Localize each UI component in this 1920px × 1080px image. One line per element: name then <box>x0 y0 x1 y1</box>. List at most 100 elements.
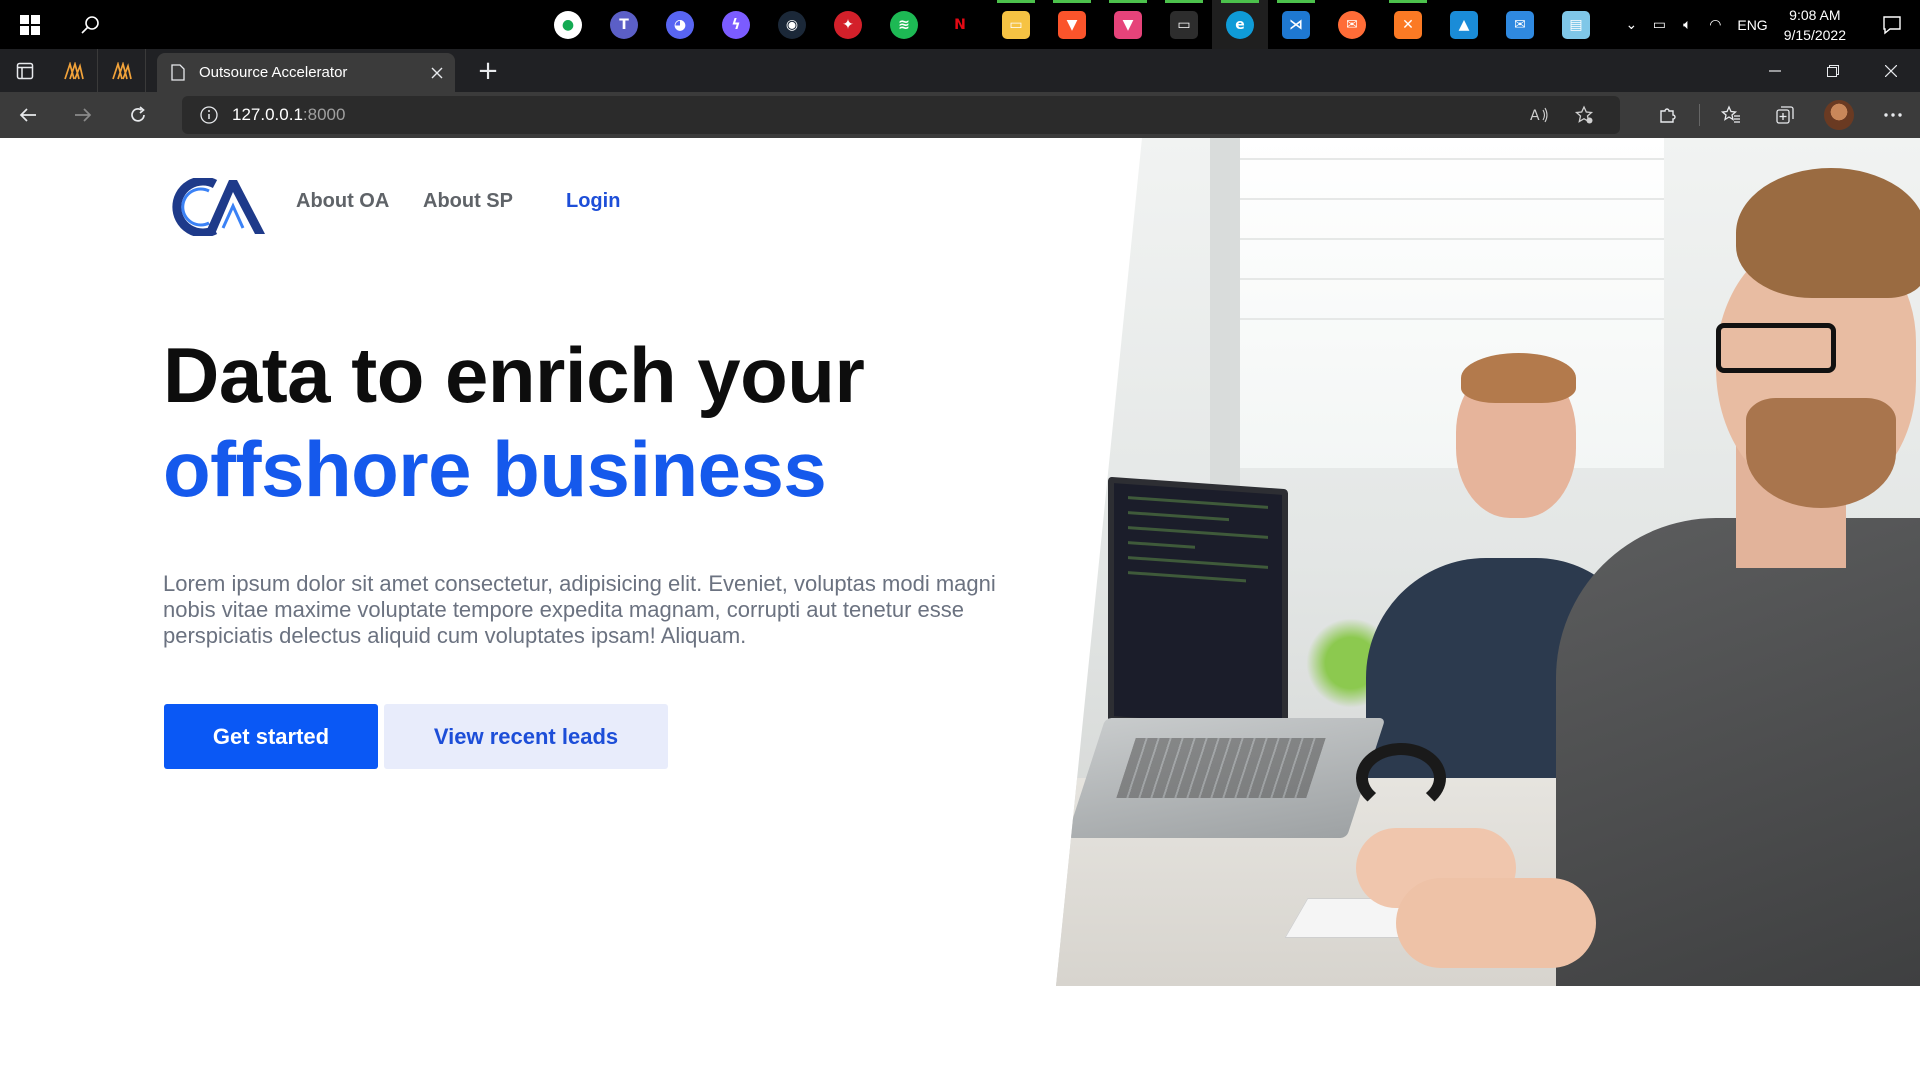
hero-headline: Data to enrich your offshore business <box>163 328 865 516</box>
taskbar-app-discord[interactable]: ◕ <box>652 0 708 49</box>
refresh-button[interactable] <box>110 92 165 138</box>
spotify-icon: ≋ <box>890 10 918 39</box>
nav-about-oa[interactable]: About OA <box>296 190 389 213</box>
add-favorite-icon[interactable] <box>1562 105 1606 125</box>
pinned-tab-2[interactable] <box>98 49 146 92</box>
pinned-site-icon <box>111 61 132 79</box>
tab-actions-button[interactable] <box>0 49 50 92</box>
favorites-button[interactable] <box>1704 92 1758 138</box>
read-aloud-icon[interactable]: A <box>1518 106 1562 124</box>
headphones <box>1356 743 1446 813</box>
hero-description: Lorem ipsum dolor sit amet consectetur, … <box>163 571 996 648</box>
view-recent-leads-button[interactable]: View recent leads <box>384 704 668 769</box>
chevron-up-icon[interactable]: ⌄ <box>1617 0 1645 49</box>
back-button[interactable] <box>0 92 55 138</box>
toolbar-divider <box>1699 104 1700 126</box>
notepad-icon: ▤ <box>1562 10 1590 39</box>
clock-date: 9/15/2022 <box>1783 26 1846 43</box>
windows-logo-icon <box>20 14 40 35</box>
taskbar-app-terminal[interactable]: ▭ <box>1156 0 1212 49</box>
mail-icon: ✉ <box>1506 10 1534 39</box>
input-language[interactable]: ENG <box>1737 17 1767 33</box>
tab-active[interactable]: Outsource Accelerator <box>157 53 455 92</box>
taskbar-app-xampp[interactable]: ✕ <box>1380 0 1436 49</box>
taskbar-app-notepad[interactable]: ▤ <box>1548 0 1604 49</box>
taskbar-apps: ● T ◕ ϟ ◉ ✦ ≋ N ▭ ▼ ▼ ▭ e ⋊ ✉ ✕ ▲ ✉ ▤ <box>540 0 1604 49</box>
edge-icon: e <box>1226 10 1254 39</box>
taskbar-app-messenger[interactable]: ϟ <box>708 0 764 49</box>
puzzle-icon <box>1660 108 1676 123</box>
profile-button[interactable] <box>1812 92 1866 138</box>
get-started-button[interactable]: Get started <box>164 704 378 769</box>
arrow-right-icon <box>74 108 91 122</box>
taskbar-app-garena[interactable]: ✦ <box>820 0 876 49</box>
more-horizontal-icon <box>1884 113 1902 117</box>
pinned-tab-1[interactable] <box>50 49 98 92</box>
taskbar-app-brave[interactable]: ▼ <box>1044 0 1100 49</box>
photos-icon: ▲ <box>1450 10 1478 39</box>
collections-button[interactable] <box>1758 92 1812 138</box>
taskbar-app-mail[interactable]: ✉ <box>1492 0 1548 49</box>
browser-tab-strip: Outsource Accelerator + <box>0 49 1920 92</box>
forward-button[interactable] <box>55 92 110 138</box>
nav-about-sp[interactable]: About SP <box>423 190 513 213</box>
close-window-button[interactable] <box>1862 49 1920 92</box>
taskbar-app-steam[interactable]: ◉ <box>764 0 820 49</box>
headline-line-1: Data to enrich your <box>163 331 865 419</box>
headline-line-2: offshore business <box>163 425 827 513</box>
blind-slat <box>1234 238 1664 240</box>
blind-slat <box>1234 158 1664 160</box>
address-bar-actions: A <box>1518 96 1606 134</box>
tab-actions-icon <box>16 62 34 79</box>
garena-icon: ✦ <box>834 10 862 39</box>
mongodb-compass-icon: ● <box>554 10 582 39</box>
file-explorer-icon: ▭ <box>1002 10 1030 39</box>
person-foreground-beard <box>1746 398 1896 508</box>
url-host: 127.0.0.1 <box>232 105 303 124</box>
taskbar-app-netflix[interactable]: N <box>932 0 988 49</box>
wifi-icon[interactable]: ◠ <box>1701 0 1729 49</box>
taskbar-app-spotify[interactable]: ≋ <box>876 0 932 49</box>
favorites-icon <box>1721 105 1740 123</box>
info-icon[interactable] <box>200 106 218 124</box>
taskbar-search-button[interactable] <box>60 0 120 49</box>
restore-icon <box>1827 64 1839 77</box>
laptop-keyboard <box>1116 738 1326 798</box>
blind-slat <box>1234 318 1664 320</box>
vscode-icon: ⋊ <box>1282 10 1310 39</box>
taskbar-app-photos[interactable]: ▲ <box>1436 0 1492 49</box>
page-icon <box>171 64 185 81</box>
volume-icon[interactable]: 🔈︎ <box>1673 0 1701 49</box>
taskbar-app-mongodb-compass[interactable]: ● <box>540 0 596 49</box>
taskbar-app-file-explorer[interactable]: ▭ <box>988 0 1044 49</box>
taskbar-app-teams[interactable]: T <box>596 0 652 49</box>
clock[interactable]: 9:08 AM 9/15/2022 <box>1784 5 1846 45</box>
close-tab-icon[interactable] <box>431 67 443 79</box>
person-background-hair <box>1461 353 1576 403</box>
nav-login[interactable]: Login <box>566 190 620 213</box>
taskbar-app-edge[interactable]: e <box>1212 0 1268 49</box>
taskbar-app-vscode[interactable]: ⋊ <box>1268 0 1324 49</box>
refresh-icon <box>130 106 145 122</box>
battery-icon[interactable]: ▭ <box>1645 0 1673 49</box>
blind-slat <box>1234 198 1664 200</box>
new-tab-button[interactable]: + <box>466 49 510 92</box>
minimize-button[interactable] <box>1746 49 1804 92</box>
window-controls <box>1746 49 1920 92</box>
close-icon <box>1885 64 1897 77</box>
clock-time: 9:08 AM <box>1789 6 1841 23</box>
brave-beta-icon: ▼ <box>1114 10 1142 39</box>
settings-more-button[interactable] <box>1866 92 1920 138</box>
glasses <box>1716 323 1836 373</box>
extensions-button[interactable] <box>1641 92 1695 138</box>
windows-taskbar: ● T ◕ ϟ ◉ ✦ ≋ N ▭ ▼ ▼ ▭ e ⋊ ✉ ✕ ▲ ✉ ▤ ⌄ ▭ 🔈︎ ◠ ENG 9:08 AM… <box>0 0 1920 49</box>
tab-title: Outsource Accelerator <box>199 64 348 81</box>
taskbar-app-postman[interactable]: ✉ <box>1324 0 1380 49</box>
oa-logo[interactable] <box>171 178 267 236</box>
person-foreground-body <box>1556 518 1920 986</box>
start-button[interactable] <box>0 0 60 49</box>
address-bar[interactable]: 127.0.0.1:8000 A <box>182 96 1620 134</box>
notification-center-button[interactable] <box>1864 0 1920 49</box>
taskbar-app-brave-beta[interactable]: ▼ <box>1100 0 1156 49</box>
restore-button[interactable] <box>1804 49 1862 92</box>
